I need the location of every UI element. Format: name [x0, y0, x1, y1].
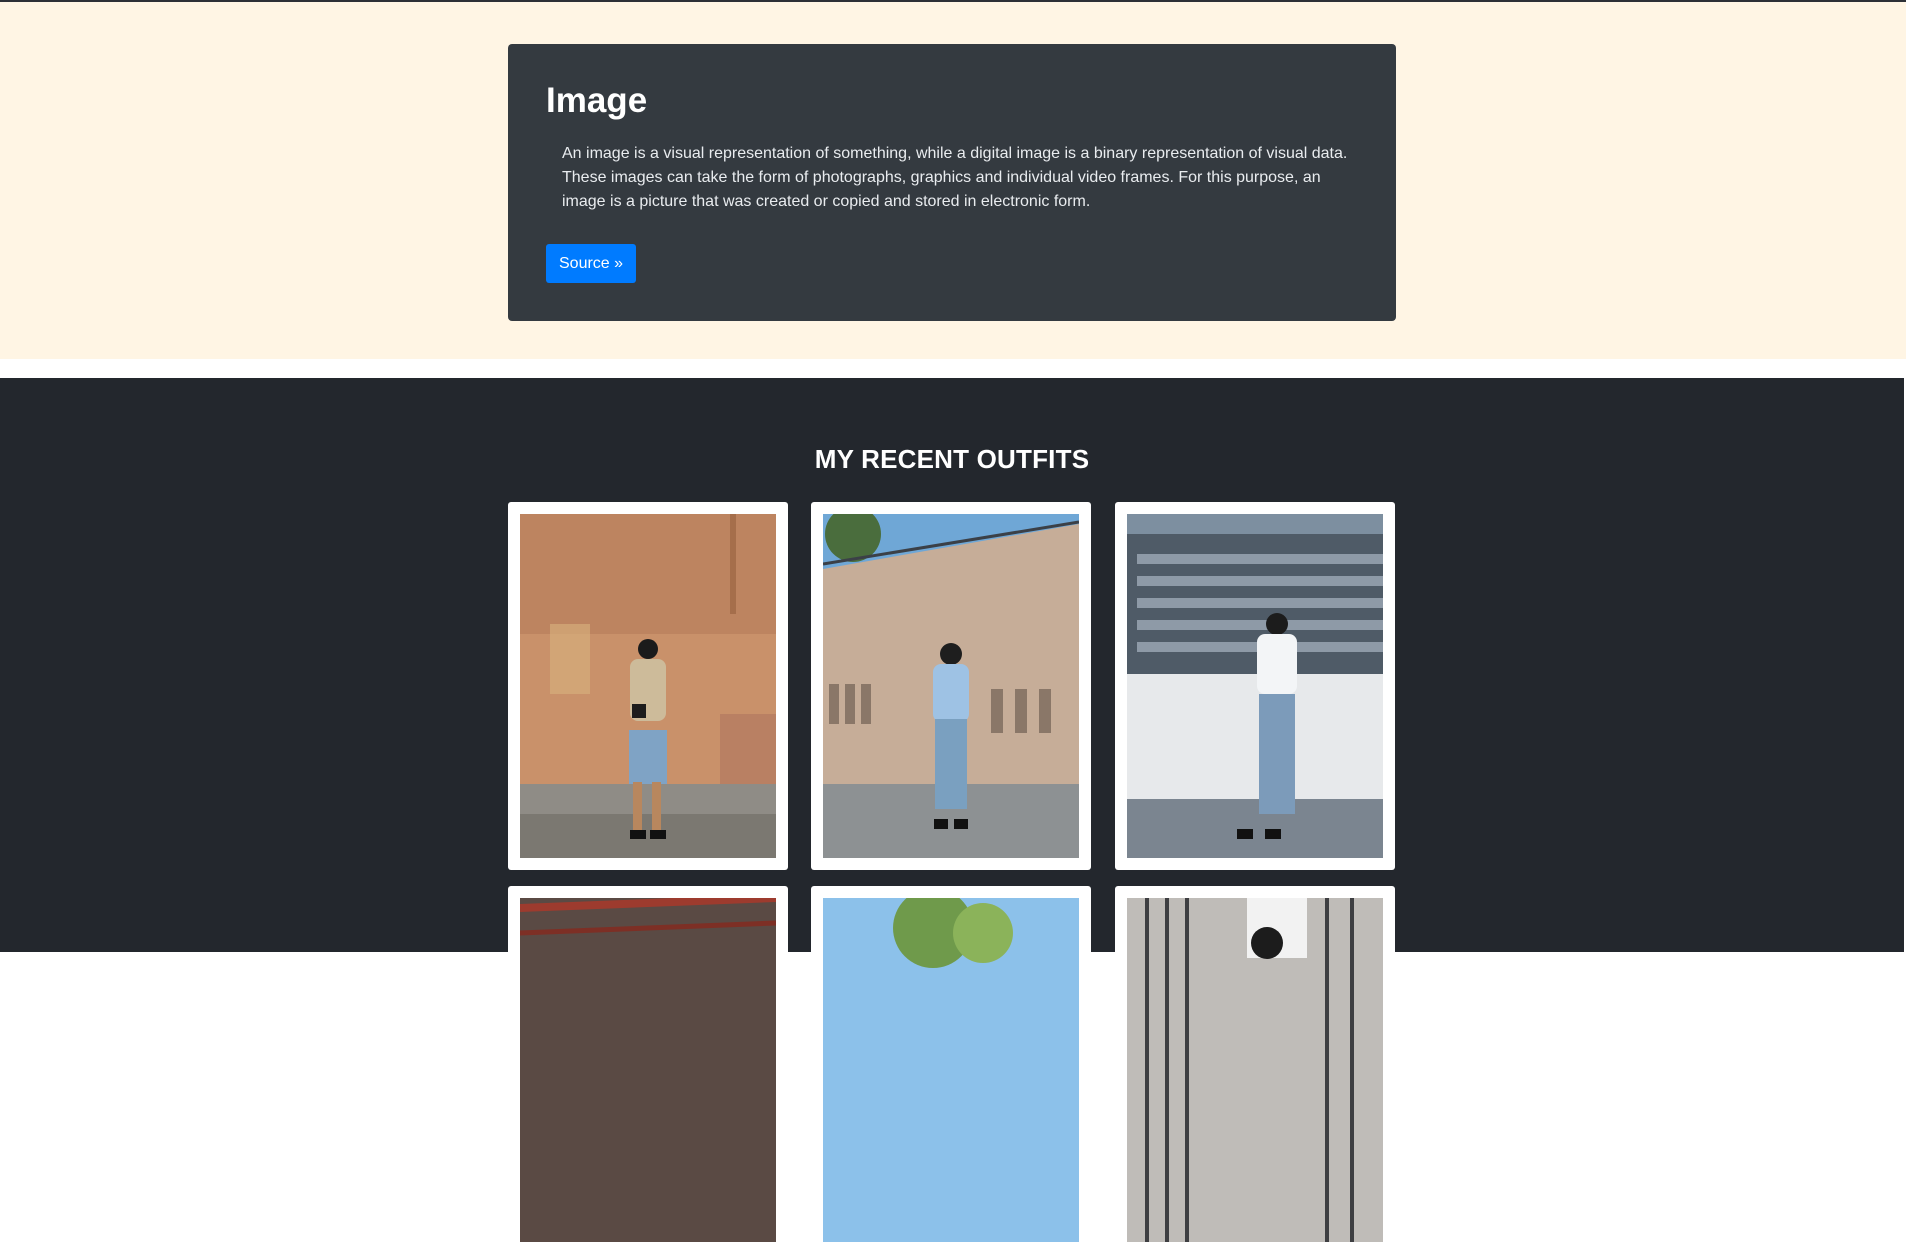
- page-title: Image: [546, 81, 648, 120]
- outfit-photo-card[interactable]: [811, 886, 1091, 1254]
- outfit-photo: [823, 514, 1079, 858]
- gallery-section: MY RECENT OUTFITS: [0, 378, 1904, 1254]
- outfit-photo-card[interactable]: [1115, 502, 1395, 870]
- intro-card: Image An image is a visual representatio…: [508, 44, 1396, 321]
- outfit-photo: [823, 898, 1079, 1242]
- outfit-photo-card[interactable]: [1115, 886, 1395, 1254]
- hero-section: Image An image is a visual representatio…: [0, 2, 1906, 359]
- outfit-photo-card[interactable]: [811, 502, 1091, 870]
- section-divider: [0, 359, 1906, 378]
- outfit-photo-card[interactable]: [508, 886, 788, 1254]
- gallery-heading: MY RECENT OUTFITS: [814, 444, 1090, 474]
- source-button[interactable]: Source »: [546, 244, 637, 283]
- outfit-photo: [1127, 514, 1383, 858]
- outfit-photo-card[interactable]: [508, 502, 788, 870]
- intro-paragraph: An image is a visual representation of s…: [562, 145, 1348, 210]
- outfit-photo: [520, 514, 776, 858]
- outfit-photo: [520, 898, 776, 1242]
- outfit-photo: [1127, 898, 1383, 1242]
